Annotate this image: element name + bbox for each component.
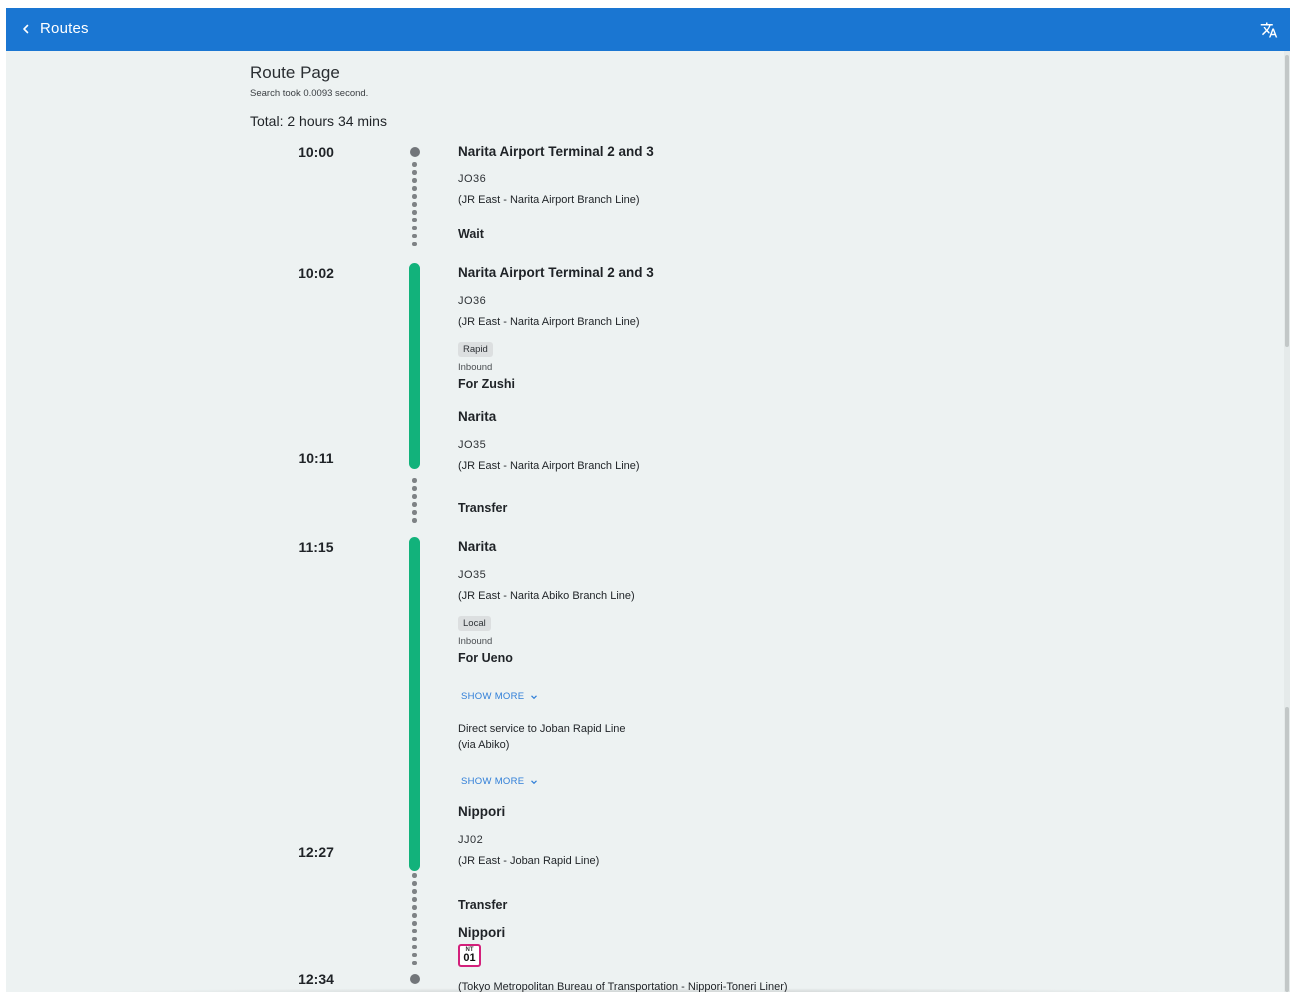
timeline-ride-segment bbox=[409, 263, 420, 469]
chevron-left-icon[interactable] bbox=[16, 19, 36, 39]
station-code: JO35 bbox=[458, 439, 487, 451]
show-more-button[interactable]: SHOW MORE bbox=[461, 776, 538, 787]
route-content: Route Page Search took 0.0093 second. To… bbox=[6, 51, 1284, 992]
station-code: JO36 bbox=[458, 295, 487, 307]
station-name: Narita bbox=[458, 539, 497, 554]
wait-label: Wait bbox=[458, 227, 484, 241]
station-code: JO35 bbox=[458, 569, 487, 581]
time-label: 10:00 bbox=[298, 144, 334, 160]
chevron-down-icon bbox=[531, 694, 538, 699]
badge-station-number: 01 bbox=[463, 952, 476, 964]
scrollbar[interactable] bbox=[1284, 51, 1290, 992]
timeline-transfer-dots bbox=[412, 478, 417, 523]
service-note-line: (via Abiko) bbox=[458, 739, 510, 751]
timeline-node bbox=[410, 147, 420, 157]
station-name: Narita Airport Terminal 2 and 3 bbox=[458, 144, 654, 159]
scrollbar-thumb[interactable] bbox=[1285, 55, 1289, 347]
service-note: Direct service to Joban Rapid Line (via … bbox=[458, 721, 626, 753]
train-type-chip: Rapid bbox=[458, 342, 493, 357]
service-note-line: Direct service to Joban Rapid Line bbox=[458, 723, 626, 735]
destination-label: For Ueno bbox=[458, 651, 513, 665]
station-code: JO36 bbox=[458, 173, 487, 185]
line-name: (JR East - Narita Airport Branch Line) bbox=[458, 460, 640, 472]
line-name: (JR East - Joban Rapid Line) bbox=[458, 855, 600, 867]
search-time: Search took 0.0093 second. bbox=[250, 88, 369, 99]
station-name: Narita bbox=[458, 409, 497, 424]
app-bar-title[interactable]: Routes bbox=[40, 20, 89, 37]
train-type-chip: Local bbox=[458, 616, 491, 631]
chevron-down-icon bbox=[531, 779, 538, 784]
direction-label: Inbound bbox=[458, 636, 493, 647]
timeline-transfer-dots bbox=[412, 873, 417, 966]
station-number-badge: NT 01 bbox=[458, 944, 481, 967]
translate-icon[interactable] bbox=[1258, 19, 1280, 41]
line-name: (JR East - Narita Abiko Branch Line) bbox=[458, 590, 635, 602]
time-label: 11:15 bbox=[298, 539, 334, 555]
page-title: Route Page bbox=[250, 63, 340, 82]
station-name: Narita Airport Terminal 2 and 3 bbox=[458, 265, 654, 280]
app-bar: Routes bbox=[6, 8, 1290, 51]
station-code: JJ02 bbox=[458, 834, 484, 846]
time-label: 10:02 bbox=[298, 265, 334, 281]
scrollbar-thumb[interactable] bbox=[1285, 707, 1289, 992]
destination-label: For Zushi bbox=[458, 377, 515, 391]
show-more-label: SHOW MORE bbox=[461, 776, 525, 787]
time-label: 12:27 bbox=[298, 844, 334, 860]
transfer-label: Transfer bbox=[458, 898, 508, 912]
total-duration: Total: 2 hours 34 mins bbox=[250, 113, 387, 129]
direction-label: Inbound bbox=[458, 362, 493, 373]
timeline-wait-dots bbox=[412, 162, 417, 247]
line-name: (JR East - Narita Airport Branch Line) bbox=[458, 316, 640, 328]
line-name: (JR East - Narita Airport Branch Line) bbox=[458, 194, 640, 206]
time-label: 12:34 bbox=[298, 971, 334, 987]
show-more-button[interactable]: SHOW MORE bbox=[461, 691, 538, 702]
transfer-label: Transfer bbox=[458, 501, 508, 515]
station-name: Nippori bbox=[458, 925, 506, 940]
time-label: 10:11 bbox=[298, 450, 334, 466]
timeline-ride-segment bbox=[409, 537, 420, 871]
app-frame: Routes Route Page Search took 0.0093 sec… bbox=[6, 8, 1290, 992]
bottom-shadow bbox=[66, 988, 1224, 992]
show-more-label: SHOW MORE bbox=[461, 691, 525, 702]
station-name: Nippori bbox=[458, 804, 506, 819]
timeline-node bbox=[410, 974, 420, 984]
